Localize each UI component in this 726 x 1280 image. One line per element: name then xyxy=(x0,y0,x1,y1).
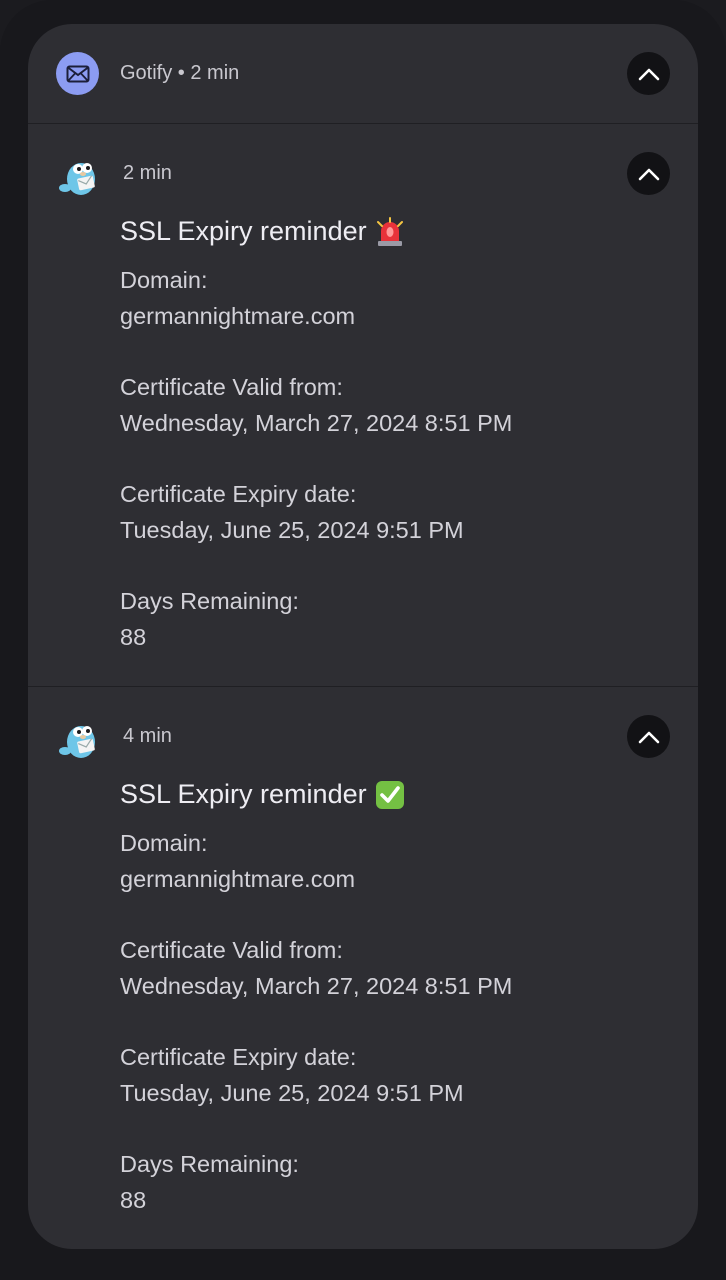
chevron-up-icon xyxy=(638,168,659,180)
app-title: Gotify • 2 min xyxy=(120,62,240,84)
message-time: 4 min xyxy=(123,725,172,747)
chevron-up-icon xyxy=(638,731,659,743)
message-body: Domain: germannightmare.com Certificate … xyxy=(120,267,513,651)
gopher-avatar-icon xyxy=(56,152,102,198)
collapse-message-button[interactable] xyxy=(627,715,670,758)
collapse-notification-button[interactable] xyxy=(627,52,670,95)
message-title: SSL Expiry reminder xyxy=(120,216,405,247)
message-body: Domain: germannightmare.com Certificate … xyxy=(120,830,513,1214)
check-mark-button-icon xyxy=(375,780,405,810)
rotating-light-icon xyxy=(375,216,405,247)
gopher-avatar-icon xyxy=(56,715,102,761)
message-item[interactable]: 2 min SSL Expiry reminder Domain: german… xyxy=(28,124,698,686)
notification-card[interactable]: Gotify • 2 min 2 min SSL Expiry reminder… xyxy=(28,24,698,1249)
chevron-up-icon xyxy=(638,68,659,80)
message-item[interactable]: 4 min SSL Expiry reminder Domain: german… xyxy=(28,687,698,1249)
notification-header[interactable]: Gotify • 2 min xyxy=(28,24,698,123)
message-title: SSL Expiry reminder xyxy=(120,779,405,810)
message-title-text: SSL Expiry reminder xyxy=(120,779,367,809)
message-time: 2 min xyxy=(123,162,172,184)
envelope-icon xyxy=(56,52,99,95)
message-title-text: SSL Expiry reminder xyxy=(120,216,367,246)
collapse-message-button[interactable] xyxy=(627,152,670,195)
